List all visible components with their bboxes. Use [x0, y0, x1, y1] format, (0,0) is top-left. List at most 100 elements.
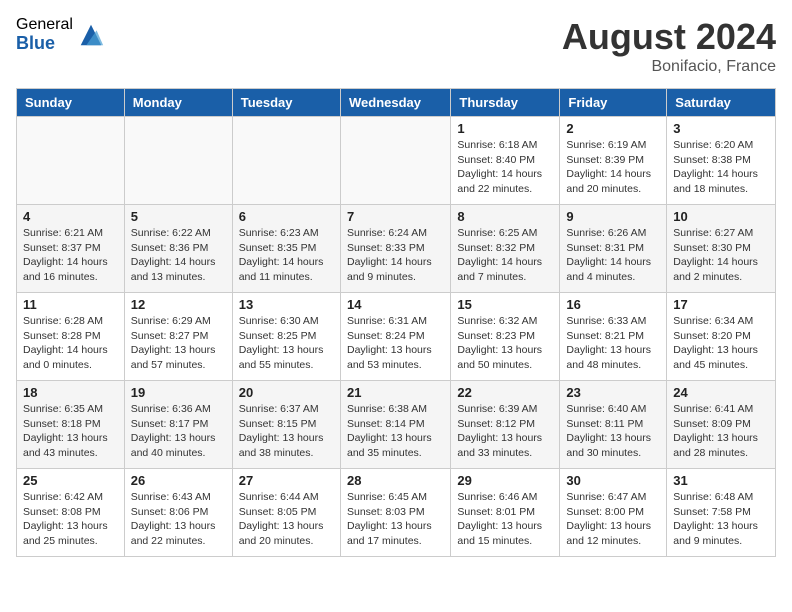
- day-number: 13: [239, 297, 334, 312]
- day-info: Sunrise: 6:20 AM Sunset: 8:38 PM Dayligh…: [673, 138, 769, 197]
- month-year-title: August 2024: [562, 16, 776, 58]
- calendar-cell: 13 Sunrise: 6:30 AM Sunset: 8:25 PM Dayli…: [232, 293, 340, 381]
- calendar-cell: 2 Sunrise: 6:19 AM Sunset: 8:39 PM Daylig…: [560, 117, 667, 205]
- calendar-week-row: 18 Sunrise: 6:35 AM Sunset: 8:18 PM Dayli…: [17, 381, 776, 469]
- day-number: 11: [23, 297, 118, 312]
- calendar-cell: [232, 117, 340, 205]
- title-block: August 2024 Bonifacio, France: [562, 16, 776, 76]
- day-info: Sunrise: 6:32 AM Sunset: 8:23 PM Dayligh…: [457, 314, 553, 373]
- day-number: 22: [457, 385, 553, 400]
- day-info: Sunrise: 6:26 AM Sunset: 8:31 PM Dayligh…: [566, 226, 660, 285]
- day-info: Sunrise: 6:39 AM Sunset: 8:12 PM Dayligh…: [457, 402, 553, 461]
- calendar-cell: 21 Sunrise: 6:38 AM Sunset: 8:14 PM Dayli…: [340, 381, 450, 469]
- logo-general: General: [16, 16, 73, 34]
- calendar-cell: 29 Sunrise: 6:46 AM Sunset: 8:01 PM Dayli…: [451, 469, 560, 557]
- day-number: 30: [566, 473, 660, 488]
- day-number: 18: [23, 385, 118, 400]
- calendar-cell: [17, 117, 125, 205]
- calendar-cell: 19Sunrise: 6:36 AM Sunset: 8:17 PM Dayli…: [124, 381, 232, 469]
- day-number: 27: [239, 473, 334, 488]
- calendar-cell: 6Sunrise: 6:23 AM Sunset: 8:35 PM Daylig…: [232, 205, 340, 293]
- day-number: 17: [673, 297, 769, 312]
- calendar-cell: 18 Sunrise: 6:35 AM Sunset: 8:18 PM Dayli…: [17, 381, 125, 469]
- calendar-cell: 26Sunrise: 6:43 AM Sunset: 8:06 PM Dayli…: [124, 469, 232, 557]
- column-header-tuesday: Tuesday: [232, 89, 340, 117]
- calendar-week-row: 1 Sunrise: 6:18 AM Sunset: 8:40 PM Daylig…: [17, 117, 776, 205]
- calendar-cell: 24 Sunrise: 6:41 AM Sunset: 8:09 PM Dayli…: [667, 381, 776, 469]
- day-number: 14: [347, 297, 444, 312]
- calendar-cell: 20Sunrise: 6:37 AM Sunset: 8:15 PM Dayli…: [232, 381, 340, 469]
- calendar-cell: 3 Sunrise: 6:20 AM Sunset: 8:38 PM Daylig…: [667, 117, 776, 205]
- calendar-cell: 11 Sunrise: 6:28 AM Sunset: 8:28 PM Dayli…: [17, 293, 125, 381]
- day-info: Sunrise: 6:30 AM Sunset: 8:25 PM Dayligh…: [239, 314, 334, 373]
- column-header-wednesday: Wednesday: [340, 89, 450, 117]
- day-info: Sunrise: 6:33 AM Sunset: 8:21 PM Dayligh…: [566, 314, 660, 373]
- day-number: 24: [673, 385, 769, 400]
- day-info: Sunrise: 6:41 AM Sunset: 8:09 PM Dayligh…: [673, 402, 769, 461]
- day-number: 9: [566, 209, 660, 224]
- day-info: Sunrise: 6:25 AM Sunset: 8:32 PM Dayligh…: [457, 226, 553, 285]
- day-info: Sunrise: 6:27 AM Sunset: 8:30 PM Dayligh…: [673, 226, 769, 285]
- day-info: Sunrise: 6:29 AM Sunset: 8:27 PM Dayligh…: [131, 314, 226, 373]
- day-info: Sunrise: 6:28 AM Sunset: 8:28 PM Dayligh…: [23, 314, 118, 373]
- calendar-cell: 25Sunrise: 6:42 AM Sunset: 8:08 PM Dayli…: [17, 469, 125, 557]
- calendar-cell: 17 Sunrise: 6:34 AM Sunset: 8:20 PM Dayli…: [667, 293, 776, 381]
- calendar-cell: 30 Sunrise: 6:47 AM Sunset: 8:00 PM Dayli…: [560, 469, 667, 557]
- day-number: 16: [566, 297, 660, 312]
- day-info: Sunrise: 6:24 AM Sunset: 8:33 PM Dayligh…: [347, 226, 444, 285]
- logo: General Blue: [16, 16, 105, 53]
- day-info: Sunrise: 6:35 AM Sunset: 8:18 PM Dayligh…: [23, 402, 118, 461]
- calendar-cell: 10 Sunrise: 6:27 AM Sunset: 8:30 PM Dayli…: [667, 205, 776, 293]
- day-number: 5: [131, 209, 226, 224]
- calendar-cell: 27 Sunrise: 6:44 AM Sunset: 8:05 PM Dayli…: [232, 469, 340, 557]
- day-number: 3: [673, 121, 769, 136]
- column-header-friday: Friday: [560, 89, 667, 117]
- calendar-cell: 14 Sunrise: 6:31 AM Sunset: 8:24 PM Dayli…: [340, 293, 450, 381]
- day-info: Sunrise: 6:48 AM Sunset: 7:58 PM Dayligh…: [673, 490, 769, 549]
- column-header-monday: Monday: [124, 89, 232, 117]
- day-info: Sunrise: 6:47 AM Sunset: 8:00 PM Dayligh…: [566, 490, 660, 549]
- day-info: Sunrise: 6:21 AM Sunset: 8:37 PM Dayligh…: [23, 226, 118, 285]
- calendar-cell: [124, 117, 232, 205]
- calendar-week-row: 4 Sunrise: 6:21 AM Sunset: 8:37 PM Daylig…: [17, 205, 776, 293]
- day-info: Sunrise: 6:23 AM Sunset: 8:35 PM Dayligh…: [239, 226, 334, 285]
- calendar-cell: 7Sunrise: 6:24 AM Sunset: 8:33 PM Daylig…: [340, 205, 450, 293]
- day-info: Sunrise: 6:22 AM Sunset: 8:36 PM Dayligh…: [131, 226, 226, 285]
- day-info: Sunrise: 6:36 AM Sunset: 8:17 PM Dayligh…: [131, 402, 226, 461]
- day-info: Sunrise: 6:40 AM Sunset: 8:11 PM Dayligh…: [566, 402, 660, 461]
- day-number: 25: [23, 473, 118, 488]
- calendar-cell: [340, 117, 450, 205]
- calendar-cell: 16 Sunrise: 6:33 AM Sunset: 8:21 PM Dayli…: [560, 293, 667, 381]
- calendar-cell: 22 Sunrise: 6:39 AM Sunset: 8:12 PM Dayli…: [451, 381, 560, 469]
- day-info: Sunrise: 6:38 AM Sunset: 8:14 PM Dayligh…: [347, 402, 444, 461]
- day-number: 12: [131, 297, 226, 312]
- day-number: 10: [673, 209, 769, 224]
- day-info: Sunrise: 6:37 AM Sunset: 8:15 PM Dayligh…: [239, 402, 334, 461]
- day-info: Sunrise: 6:18 AM Sunset: 8:40 PM Dayligh…: [457, 138, 553, 197]
- day-number: 4: [23, 209, 118, 224]
- calendar-cell: 8Sunrise: 6:25 AM Sunset: 8:32 PM Daylig…: [451, 205, 560, 293]
- column-header-saturday: Saturday: [667, 89, 776, 117]
- column-header-sunday: Sunday: [17, 89, 125, 117]
- day-info: Sunrise: 6:44 AM Sunset: 8:05 PM Dayligh…: [239, 490, 334, 549]
- logo-text: General Blue: [16, 16, 73, 53]
- day-info: Sunrise: 6:46 AM Sunset: 8:01 PM Dayligh…: [457, 490, 553, 549]
- day-info: Sunrise: 6:45 AM Sunset: 8:03 PM Dayligh…: [347, 490, 444, 549]
- day-number: 23: [566, 385, 660, 400]
- calendar-cell: 12 Sunrise: 6:29 AM Sunset: 8:27 PM Dayli…: [124, 293, 232, 381]
- day-number: 29: [457, 473, 553, 488]
- day-number: 2: [566, 121, 660, 136]
- page-header: General Blue August 2024 Bonifacio, Fran…: [16, 16, 776, 76]
- calendar-week-row: 11 Sunrise: 6:28 AM Sunset: 8:28 PM Dayli…: [17, 293, 776, 381]
- day-number: 1: [457, 121, 553, 136]
- day-info: Sunrise: 6:34 AM Sunset: 8:20 PM Dayligh…: [673, 314, 769, 373]
- day-number: 21: [347, 385, 444, 400]
- calendar-cell: 31Sunrise: 6:48 AM Sunset: 7:58 PM Dayli…: [667, 469, 776, 557]
- day-info: Sunrise: 6:31 AM Sunset: 8:24 PM Dayligh…: [347, 314, 444, 373]
- calendar-cell: 9 Sunrise: 6:26 AM Sunset: 8:31 PM Daylig…: [560, 205, 667, 293]
- day-info: Sunrise: 6:19 AM Sunset: 8:39 PM Dayligh…: [566, 138, 660, 197]
- calendar-cell: 23 Sunrise: 6:40 AM Sunset: 8:11 PM Dayli…: [560, 381, 667, 469]
- calendar-week-row: 25Sunrise: 6:42 AM Sunset: 8:08 PM Dayli…: [17, 469, 776, 557]
- calendar-cell: 15Sunrise: 6:32 AM Sunset: 8:23 PM Dayli…: [451, 293, 560, 381]
- calendar-header-row: SundayMondayTuesdayWednesdayThursdayFrid…: [17, 89, 776, 117]
